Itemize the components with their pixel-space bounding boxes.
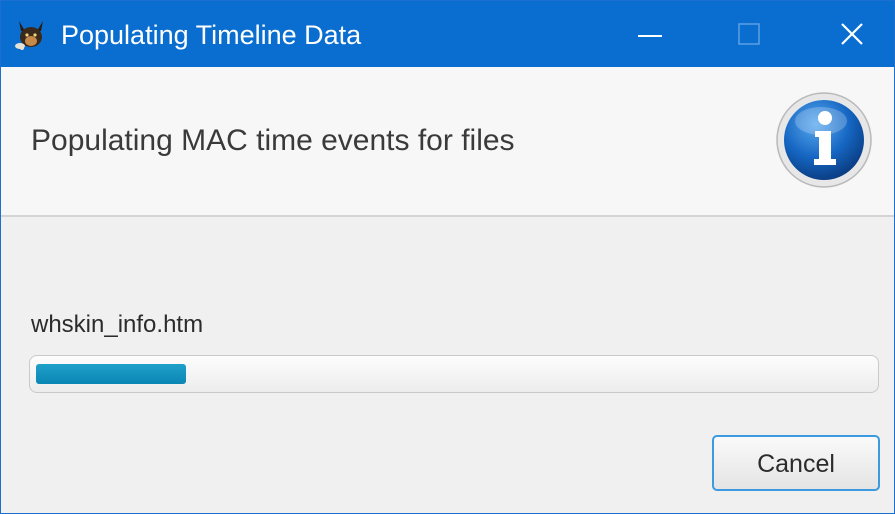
title-bar[interactable]: Populating Timeline Data xyxy=(1,1,894,67)
close-button[interactable] xyxy=(807,1,895,67)
maximize-icon xyxy=(738,23,760,45)
progress-panel: whskin_info.htm Cancel xyxy=(1,217,894,513)
close-icon xyxy=(841,23,863,45)
progress-message: Populating MAC time events for files xyxy=(31,124,515,157)
cancel-button[interactable]: Cancel xyxy=(712,435,880,491)
minimize-icon xyxy=(638,35,662,37)
autopsy-dog-icon xyxy=(15,21,43,50)
minimize-button[interactable] xyxy=(604,1,694,67)
current-file-label: whskin_info.htm xyxy=(31,311,204,338)
header-panel: Populating MAC time events for files xyxy=(1,67,894,217)
progress-bar-fill xyxy=(36,364,186,384)
maximize-button xyxy=(705,1,795,67)
window-title: Populating Timeline Data xyxy=(61,20,362,50)
progress-bar xyxy=(29,355,879,393)
info-icon xyxy=(776,92,872,188)
progress-dialog-window: Populating Timeline Data Populating MAC … xyxy=(0,0,895,514)
